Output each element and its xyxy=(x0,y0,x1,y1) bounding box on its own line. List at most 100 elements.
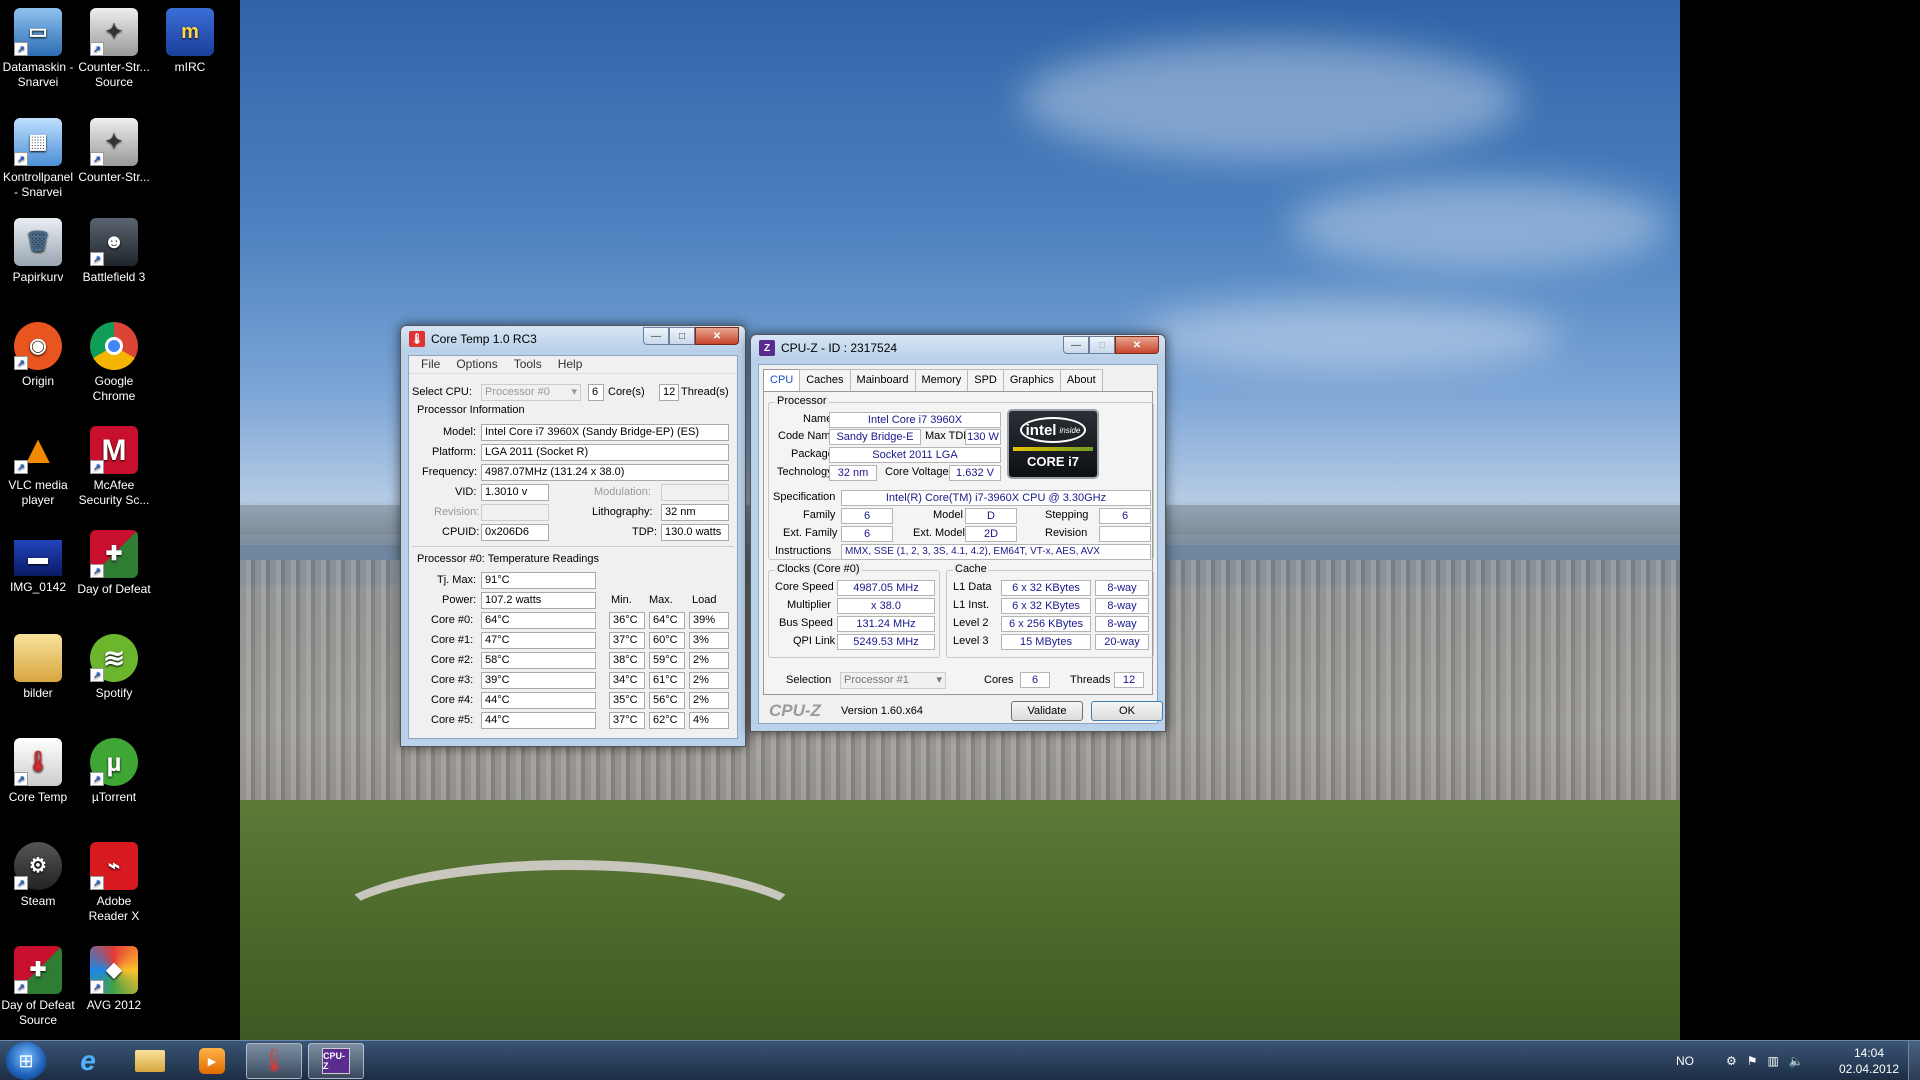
package-label: Package xyxy=(791,448,834,460)
validate-button[interactable]: Validate xyxy=(1011,701,1083,721)
desktop-icon-label: Datamaskin - Snarvei xyxy=(2,60,74,89)
taskbar-cpu-z[interactable]: CPU-Z xyxy=(308,1043,364,1079)
tab-spd[interactable]: SPD xyxy=(967,369,1004,391)
core-max: 60°C xyxy=(649,632,685,649)
core-min: 37°C xyxy=(609,632,645,649)
taskbar-core-temp[interactable]: 🌡 xyxy=(246,1043,302,1079)
maximize-button[interactable]: □ xyxy=(1089,336,1115,354)
desktop-icon-day-of-defeat[interactable]: ✚ ↗ Day of Defeat xyxy=(76,526,152,597)
network-icon[interactable]: ▥ xyxy=(1768,1054,1779,1068)
close-button[interactable]: ✕ xyxy=(695,327,739,345)
threads-count: 12 xyxy=(659,384,679,401)
minimize-button[interactable]: — xyxy=(1063,336,1089,354)
platform-label: Platform: xyxy=(432,446,477,458)
battlefield-icon: ☻ ↗ xyxy=(90,218,138,266)
folder-icon xyxy=(14,634,62,682)
desktop-icon-spotify[interactable]: ≋ ↗ Spotify xyxy=(76,630,152,701)
lithography-label: Lithography: xyxy=(592,506,653,518)
core-max: 62°C xyxy=(649,712,685,729)
codename-value: Sandy Bridge-E xyxy=(829,429,921,445)
taskbar-media-player[interactable]: ▶ xyxy=(184,1043,240,1079)
minimize-button[interactable]: — xyxy=(643,327,669,345)
desktop-icon-core-temp[interactable]: 🌡 ↗ Core Temp xyxy=(0,734,76,805)
ok-button[interactable]: OK xyxy=(1091,701,1163,721)
desktop-icon-day-of-defeat-source[interactable]: ✚ ↗ Day of Defeat Source xyxy=(0,942,76,1028)
stepping-value: 6 xyxy=(1099,508,1151,524)
cpuz-window[interactable]: Z CPU-Z - ID : 2317524 — □ ✕ CPU Caches … xyxy=(750,334,1166,732)
select-cpu-dropdown[interactable]: Processor #0 ▾ xyxy=(481,384,581,401)
desktop-icon-img-0142[interactable]: ▬ IMG_0142 xyxy=(0,530,76,595)
core-load: 2% xyxy=(689,692,729,709)
desktop-icon-counter-strike-source[interactable]: ✦ ↗ Counter-Str... Source xyxy=(76,4,152,90)
maximize-button[interactable]: □ xyxy=(669,327,695,345)
desktop-icon-utorrent[interactable]: µ ↗ µTorrent xyxy=(76,734,152,805)
cpu-tab-panel: Processor Name Intel Core i7 3960X Code … xyxy=(763,391,1154,695)
core-load: 4% xyxy=(689,712,729,729)
cache-level-label: Level 2 xyxy=(953,617,989,629)
model-value: Intel Core i7 3960X (Sandy Bridge-EP) (E… xyxy=(481,424,729,441)
volume-icon[interactable]: 🔈 xyxy=(1789,1054,1804,1068)
selection-dropdown[interactable]: Processor #1 ▾ xyxy=(840,672,946,689)
tab-caches[interactable]: Caches xyxy=(799,369,851,391)
desktop-icon-adobe-reader[interactable]: ⌁ ↗ Adobe Reader X xyxy=(76,838,152,924)
taskbar-internet-explorer[interactable]: e xyxy=(60,1043,116,1079)
core-max: 56°C xyxy=(649,692,685,709)
menu-help[interactable]: Help xyxy=(550,356,591,373)
desktop-icon-papirkurv[interactable]: 🗑 Papirkurv xyxy=(0,214,76,285)
clock[interactable]: 14:04 02.04.2012 xyxy=(1836,1041,1902,1080)
tab-cpu[interactable]: CPU xyxy=(763,369,801,392)
desktop-icon-google-chrome[interactable]: Google Chrome xyxy=(76,318,152,404)
avg-icon: ◆ ↗ xyxy=(90,946,138,994)
adobe-reader-icon: ⌁ ↗ xyxy=(90,842,138,890)
tab-memory[interactable]: Memory xyxy=(914,369,969,391)
show-desktop-button[interactable] xyxy=(1908,1041,1920,1080)
intel-logo-inside: inside xyxy=(1059,425,1081,435)
image-icon: ▬ xyxy=(14,540,62,576)
desktop-icon-avg[interactable]: ◆ ↗ AVG 2012 xyxy=(76,942,152,1013)
codename-label: Code Name xyxy=(778,430,837,442)
coretemp-window[interactable]: 🌡 Core Temp 1.0 RC3 — □ ✕ File Options T… xyxy=(400,325,746,747)
processor-info-heading: Processor Information xyxy=(417,404,525,416)
language-indicator[interactable]: NO xyxy=(1676,1041,1694,1080)
desktop-icon-datamaskin[interactable]: ▭ ↗ Datamaskin - Snarvei xyxy=(0,4,76,90)
action-center-flag-icon[interactable]: ⚑ xyxy=(1747,1054,1758,1068)
menu-options[interactable]: Options xyxy=(448,356,505,373)
qpi-value: 5249.53 MHz xyxy=(837,634,935,650)
tab-about[interactable]: About xyxy=(1059,369,1103,391)
tab-mainboard[interactable]: Mainboard xyxy=(849,369,916,391)
desktop-icon-origin[interactable]: ◉ ↗ Origin xyxy=(0,318,76,389)
desktop-icon-mcafee[interactable]: M ↗ McAfee Security Sc... xyxy=(76,422,152,508)
core-temp: 47°C xyxy=(481,632,596,649)
clocks-group: Clocks (Core #0) Core Speed 4987.05 MHz … xyxy=(768,563,940,658)
processor-group: Processor Name Intel Core i7 3960X Code … xyxy=(768,395,1154,560)
desktop-icon-vlc[interactable]: ▲ ↗ VLC media player xyxy=(0,422,76,508)
taskbar-explorer[interactable] xyxy=(122,1043,178,1079)
tab-graphics[interactable]: Graphics xyxy=(1002,369,1061,391)
close-button[interactable]: ✕ xyxy=(1115,336,1159,354)
desktop-icon-bilder[interactable]: bilder xyxy=(0,630,76,701)
start-button[interactable]: ⊞ xyxy=(6,1042,46,1080)
coretemp-titlebar[interactable]: 🌡 Core Temp 1.0 RC3 — □ ✕ xyxy=(401,326,745,352)
window-title: CPU-Z - ID : 2317524 xyxy=(781,341,898,355)
revision-value xyxy=(481,504,549,521)
desktop-icon-counter-strike[interactable]: ✦ ↗ Counter-Str... xyxy=(76,114,152,185)
desktop-icon-label: Day of Defeat xyxy=(77,582,151,596)
cache-associativity: 8-way xyxy=(1095,598,1149,614)
desktop-icon-mirc[interactable]: m mIRC xyxy=(152,4,228,75)
menu-file[interactable]: File xyxy=(413,356,448,373)
intel-logo-core: CORE i7 xyxy=(1026,454,1079,469)
cores-count: 6 xyxy=(588,384,604,401)
frequency-value: 4987.07MHz (131.24 x 38.0) xyxy=(481,464,729,481)
core-temp-icon: 🌡 ↗ xyxy=(14,738,62,786)
technology-value: 32 nm xyxy=(829,465,877,481)
tjmax-value: 91°C xyxy=(481,572,596,589)
desktop-icon-battlefield-3[interactable]: ☻ ↗ Battlefield 3 xyxy=(76,214,152,285)
family-value: 6 xyxy=(841,508,893,524)
selection-value: Processor #1 xyxy=(844,674,909,686)
cpuz-brand: CPU-Z xyxy=(769,701,821,720)
steam-tray-icon[interactable]: ⚙ xyxy=(1726,1054,1737,1068)
desktop-icon-steam[interactable]: ⚙ ↗ Steam xyxy=(0,838,76,909)
menu-tools[interactable]: Tools xyxy=(506,356,550,373)
desktop-icon-kontrollpanel[interactable]: ▦ ↗ Kontrollpanel - Snarvei xyxy=(0,114,76,200)
cpuz-titlebar[interactable]: Z CPU-Z - ID : 2317524 — □ ✕ xyxy=(751,335,1165,361)
